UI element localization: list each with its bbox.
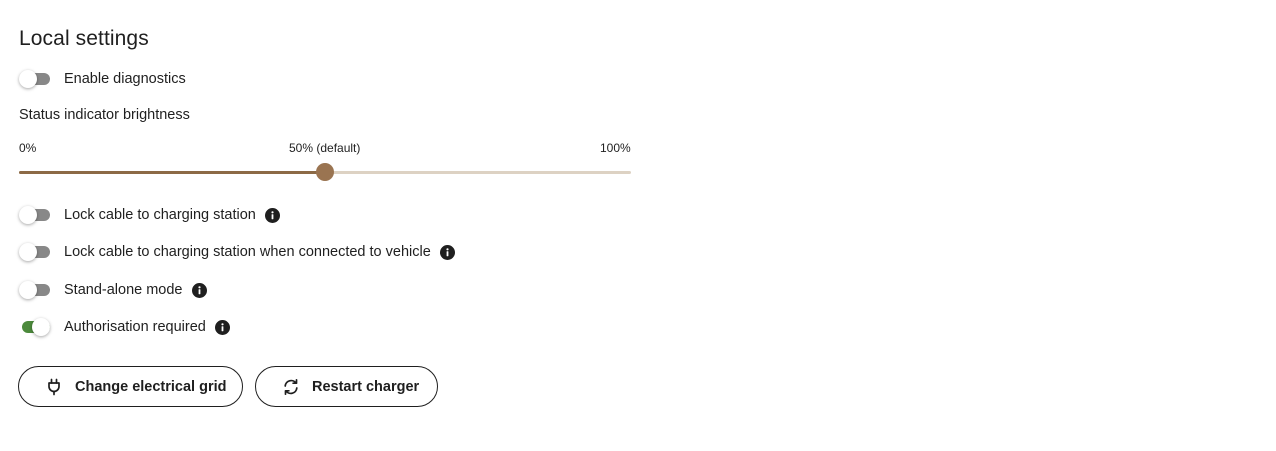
toggle-thumb [19,243,37,261]
brightness-min-label: 0% [19,141,37,155]
restart-charger-button[interactable]: Restart charger [255,366,438,407]
page-title: Local settings [19,27,149,50]
stand-alone-label: Stand-alone mode [64,282,183,298]
info-icon[interactable] [214,319,230,335]
authorisation-label: Authorisation required [64,319,206,335]
info-icon[interactable] [439,244,455,260]
change-electrical-grid-button[interactable]: Change electrical grid [18,366,243,407]
toggle-thumb [19,281,37,299]
slider-fill [19,171,325,174]
toggle-thumb [32,318,50,336]
toggle-row-stand-alone: Stand-alone mode [19,278,207,302]
toggle-row-lock-cable: Lock cable to charging station [19,203,280,227]
brightness-slider[interactable] [19,163,631,181]
toggle-row-enable-diagnostics: Enable diagnostics [19,67,186,91]
slider-handle[interactable] [316,163,334,181]
authorisation-toggle[interactable] [19,317,50,337]
lock-cable-label: Lock cable to charging station [64,207,256,223]
toggle-row-lock-cable-connected: Lock cable to charging station when conn… [19,240,455,264]
lock-cable-connected-toggle[interactable] [19,242,50,262]
enable-diagnostics-toggle[interactable] [19,69,50,89]
enable-diagnostics-label: Enable diagnostics [64,71,186,87]
toggle-thumb [19,206,37,224]
plug-icon [45,378,63,396]
brightness-max-label: 100% [600,141,631,155]
brightness-mid-label: 50% (default) [289,141,361,155]
toggle-row-authorisation: Authorisation required [19,315,230,339]
restart-charger-label: Restart charger [312,378,420,395]
info-icon[interactable] [264,207,280,223]
stand-alone-toggle[interactable] [19,280,50,300]
lock-cable-toggle[interactable] [19,205,50,225]
refresh-icon [282,378,300,396]
toggle-thumb [19,70,37,88]
brightness-label: Status indicator brightness [19,107,190,123]
info-icon[interactable] [191,282,207,298]
lock-cable-connected-label: Lock cable to charging station when conn… [64,244,431,260]
change-electrical-grid-label: Change electrical grid [75,378,227,395]
